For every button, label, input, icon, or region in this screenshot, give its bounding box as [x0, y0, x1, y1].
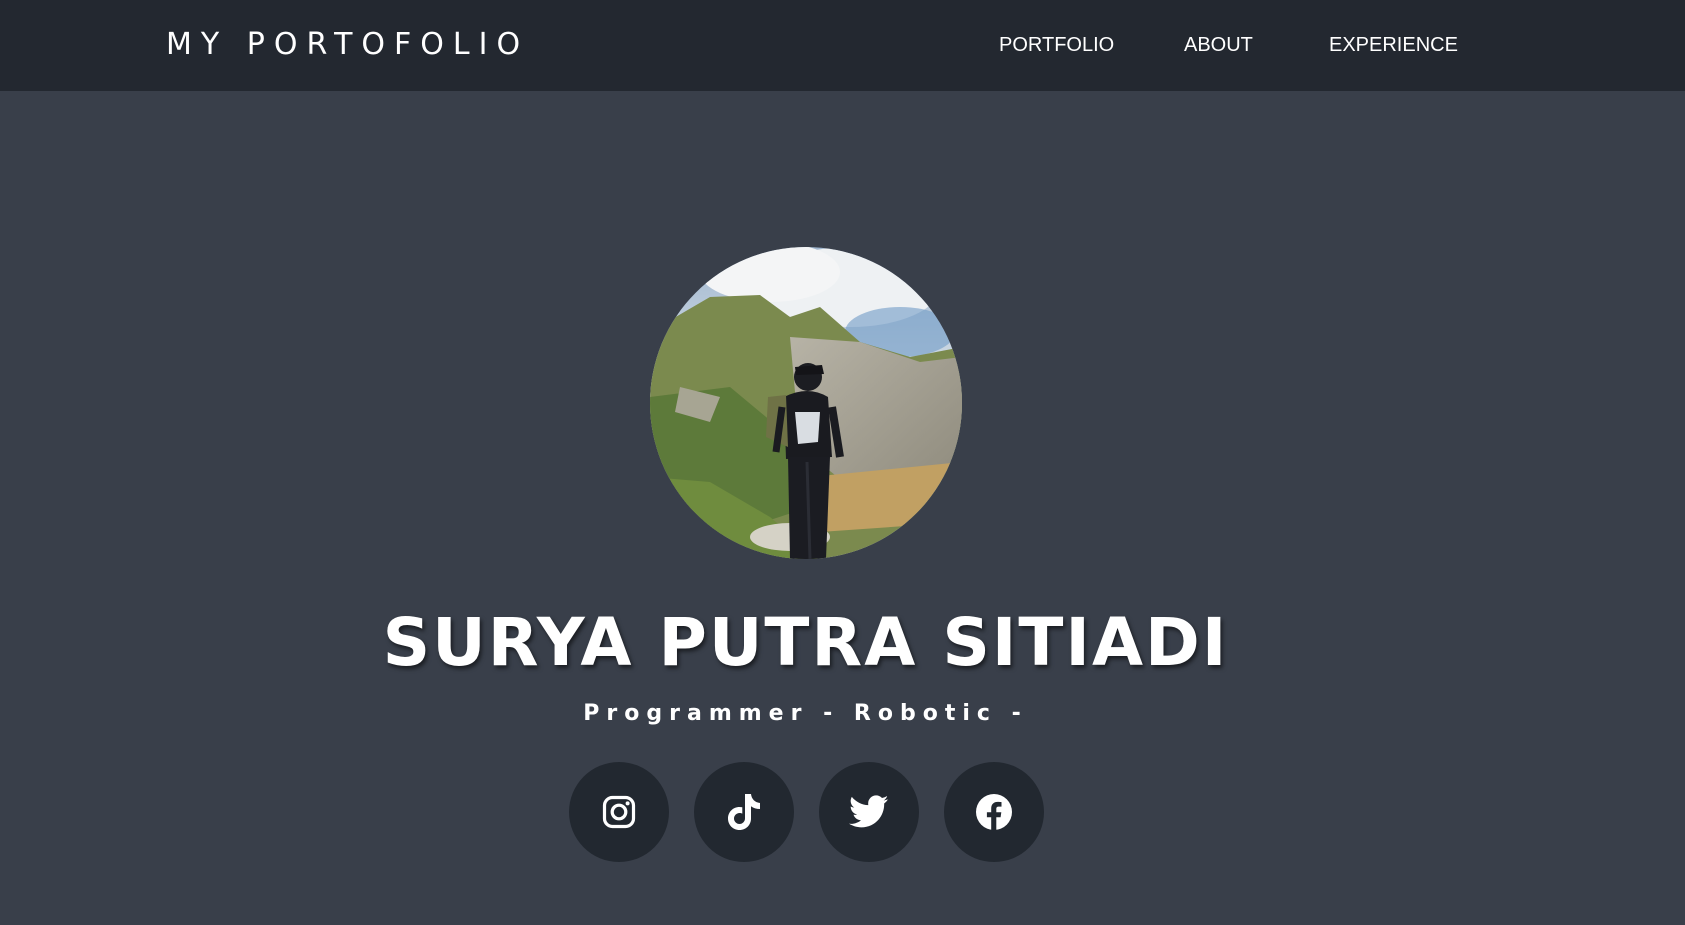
facebook-icon [975, 793, 1013, 831]
profile-photo [650, 247, 962, 559]
instagram-icon [602, 795, 636, 829]
nav-link-experience[interactable]: EXPERIENCE [1329, 33, 1458, 57]
twitter-icon [849, 795, 889, 829]
facebook-button[interactable] [944, 762, 1044, 862]
twitter-button[interactable] [819, 762, 919, 862]
profile-subtitle: Programmer - Robotic - [583, 701, 1028, 726]
instagram-button[interactable] [569, 762, 669, 862]
site-brand[interactable]: MY PORTOFOLIO [166, 27, 529, 63]
profile-name: SURYA PUTRA SITIADI [382, 604, 1229, 681]
nav-link-about[interactable]: ABOUT [1184, 33, 1253, 57]
tiktok-button[interactable] [694, 762, 794, 862]
tiktok-icon [726, 792, 762, 832]
navbar: MY PORTOFOLIO PORTFOLIO ABOUT EXPERIENCE [0, 0, 1685, 91]
nav-link-portfolio[interactable]: PORTFOLIO [999, 33, 1114, 57]
